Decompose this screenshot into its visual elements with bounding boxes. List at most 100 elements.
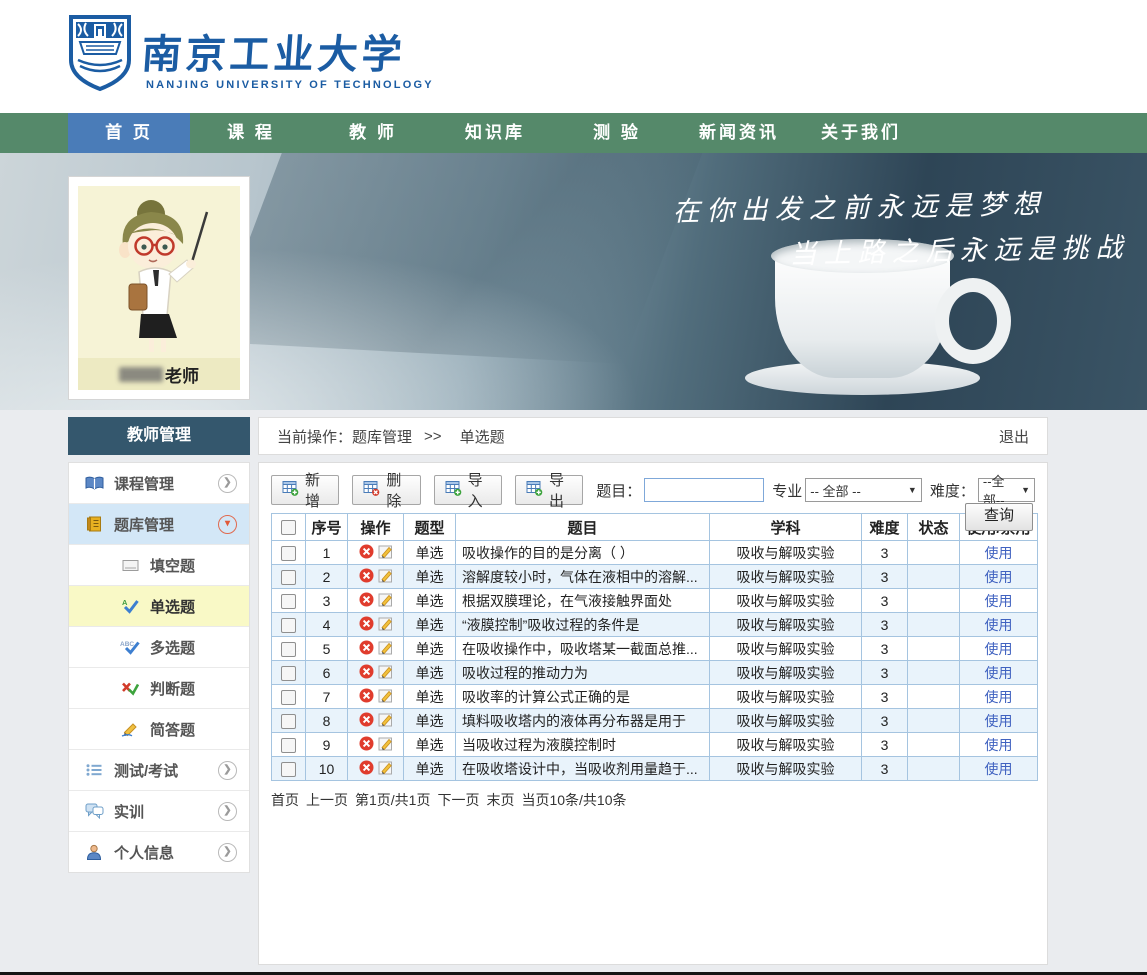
edit-row-icon[interactable] bbox=[378, 640, 393, 655]
pagination-link[interactable]: 首页 bbox=[271, 792, 299, 808]
edit-row-icon[interactable] bbox=[378, 688, 393, 703]
sidebar-item-profile[interactable]: 个人信息❯ bbox=[69, 832, 249, 872]
delete-row-icon[interactable] bbox=[359, 616, 374, 631]
use-link[interactable]: 使用 bbox=[985, 641, 1013, 657]
row-checkbox[interactable] bbox=[281, 666, 296, 681]
edit-row-icon[interactable] bbox=[378, 664, 393, 679]
logout-link[interactable]: 退出 bbox=[999, 426, 1029, 447]
row-checkbox[interactable] bbox=[281, 618, 296, 633]
delete-row-icon[interactable] bbox=[359, 736, 374, 751]
delete-button[interactable]: 删除 bbox=[352, 475, 420, 505]
pagination-info: 第1页/共1页 bbox=[355, 792, 430, 808]
sidebar-subitem-multi-choice[interactable]: ABC多选题 bbox=[69, 627, 249, 668]
use-link[interactable]: 使用 bbox=[985, 593, 1013, 609]
use-link[interactable]: 使用 bbox=[985, 569, 1013, 585]
delete-row-icon[interactable] bbox=[359, 688, 374, 703]
row-ops bbox=[348, 733, 404, 757]
pagination-link[interactable]: 上一页 bbox=[306, 792, 348, 808]
delete-row-icon[interactable] bbox=[359, 544, 374, 559]
nav-item-course[interactable]: 课 程 bbox=[190, 113, 312, 153]
nav-item-news[interactable]: 新闻资讯 bbox=[678, 113, 800, 153]
sidebar-subitem-fill-blank[interactable]: 填空题 bbox=[69, 545, 249, 586]
delete-row-icon[interactable] bbox=[359, 712, 374, 727]
row-checkbox[interactable] bbox=[281, 714, 296, 729]
button-label: 删除 bbox=[386, 469, 409, 511]
export-button[interactable]: 导出 bbox=[515, 475, 583, 505]
use-link[interactable]: 使用 bbox=[985, 617, 1013, 633]
row-type: 单选 bbox=[404, 685, 456, 709]
delete-row-icon[interactable] bbox=[359, 760, 374, 775]
pagination: 首页上一页第1页/共1页下一页末页当页10条/共10条 bbox=[271, 790, 1035, 810]
row-status bbox=[908, 709, 960, 733]
row-ops bbox=[348, 709, 404, 733]
edit-row-icon[interactable] bbox=[378, 544, 393, 559]
row-checkbox[interactable] bbox=[281, 762, 296, 777]
delete-row-icon[interactable] bbox=[359, 640, 374, 655]
row-type: 单选 bbox=[404, 733, 456, 757]
use-link[interactable]: 使用 bbox=[985, 713, 1013, 729]
table-row: 7单选吸收率的计算公式正确的是吸收与解吸实验3使用 bbox=[272, 685, 1038, 709]
row-checkbox[interactable] bbox=[281, 738, 296, 753]
sidebar-item-test-exam[interactable]: 测试/考试❯ bbox=[69, 750, 249, 791]
add-button[interactable]: 新增 bbox=[271, 475, 339, 505]
sidebar-subitem-judgement[interactable]: 判断题 bbox=[69, 668, 249, 709]
use-link[interactable]: 使用 bbox=[985, 761, 1013, 777]
row-checkbox[interactable] bbox=[281, 570, 296, 585]
edit-row-icon[interactable] bbox=[378, 712, 393, 727]
breadcrumb-prefix: 当前操作： bbox=[277, 426, 352, 447]
nav-item-test[interactable]: 测 验 bbox=[556, 113, 678, 153]
edit-row-icon[interactable] bbox=[378, 616, 393, 631]
sidebar-subitem-short-answer[interactable]: 简答题 bbox=[69, 709, 249, 750]
sidebar-subitem-single-choice[interactable]: A单选题 bbox=[69, 586, 249, 627]
row-no: 1 bbox=[306, 541, 348, 565]
select-arrow-icon: ▼ bbox=[908, 485, 917, 495]
table-row: 9单选当吸收过程为液膜控制时吸收与解吸实验3使用 bbox=[272, 733, 1038, 757]
sidebar-item-label: 实训 bbox=[114, 801, 218, 822]
row-ops bbox=[348, 589, 404, 613]
row-title: 根据双膜理论，在气液接触界面处 bbox=[456, 589, 710, 613]
use-link[interactable]: 使用 bbox=[985, 737, 1013, 753]
sidebar-item-practice[interactable]: 实训❯ bbox=[69, 791, 249, 832]
use-link[interactable]: 使用 bbox=[985, 689, 1013, 705]
use-link[interactable]: 使用 bbox=[985, 665, 1013, 681]
title-filter-input[interactable] bbox=[644, 478, 764, 502]
major-select-value: -- 全部 -- bbox=[810, 481, 861, 500]
nav-item-knowledge[interactable]: 知识库 bbox=[434, 113, 556, 153]
row-checkbox[interactable] bbox=[281, 594, 296, 609]
table-row: 1单选吸收操作的目的是分离（ ）吸收与解吸实验3使用 bbox=[272, 541, 1038, 565]
delete-row-icon[interactable] bbox=[359, 592, 374, 607]
delete-row-icon[interactable] bbox=[359, 568, 374, 583]
row-difficulty: 3 bbox=[862, 589, 908, 613]
import-button[interactable]: 导入 bbox=[434, 475, 502, 505]
list-icon bbox=[83, 763, 105, 777]
table-row: 4单选“液膜控制”吸收过程的条件是吸收与解吸实验3使用 bbox=[272, 613, 1038, 637]
row-checkbox[interactable] bbox=[281, 690, 296, 705]
edit-row-icon[interactable] bbox=[378, 760, 393, 775]
major-select[interactable]: -- 全部 -- ▼ bbox=[805, 478, 922, 502]
table-row: 5单选在吸收操作中，吸收塔某一截面总推...吸收与解吸实验3使用 bbox=[272, 637, 1038, 661]
select-all-checkbox[interactable] bbox=[281, 520, 296, 535]
row-checkbox[interactable] bbox=[281, 642, 296, 657]
difficulty-select[interactable]: --全部-- ▼ bbox=[978, 478, 1035, 502]
breadcrumb-section[interactable]: 题库管理 bbox=[352, 426, 412, 447]
row-checkbox[interactable] bbox=[281, 546, 296, 561]
sidebar-item-label: 个人信息 bbox=[114, 842, 218, 863]
sidebar-menu: 课程管理❯题库管理▾填空题A单选题ABC多选题判断题简答题测试/考试❯实训❯个人… bbox=[68, 462, 250, 873]
row-type: 单选 bbox=[404, 589, 456, 613]
nav-item-about[interactable]: 关于我们 bbox=[800, 113, 922, 153]
delete-row-icon[interactable] bbox=[359, 664, 374, 679]
edit-row-icon[interactable] bbox=[378, 568, 393, 583]
row-difficulty: 3 bbox=[862, 685, 908, 709]
row-subject: 吸收与解吸实验 bbox=[710, 541, 862, 565]
search-button[interactable]: 查询 bbox=[965, 503, 1033, 531]
row-title: 溶解度较小时，气体在液相中的溶解... bbox=[456, 565, 710, 589]
edit-row-icon[interactable] bbox=[378, 592, 393, 607]
sidebar-item-question-bank-mgmt[interactable]: 题库管理▾ bbox=[69, 504, 249, 545]
use-link[interactable]: 使用 bbox=[985, 545, 1013, 561]
nav-item-teacher[interactable]: 教 师 bbox=[312, 113, 434, 153]
edit-row-icon[interactable] bbox=[378, 736, 393, 751]
pagination-link[interactable]: 下一页 bbox=[437, 792, 479, 808]
sidebar-item-course-mgmt[interactable]: 课程管理❯ bbox=[69, 463, 249, 504]
nav-item-home[interactable]: 首 页 bbox=[68, 113, 190, 153]
pagination-link[interactable]: 末页 bbox=[486, 792, 514, 808]
